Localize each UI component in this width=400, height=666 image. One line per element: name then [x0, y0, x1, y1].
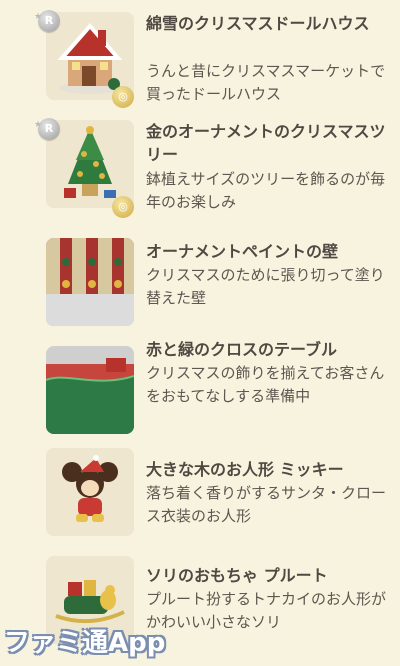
list-item[interactable]: ★ R ◎ 金のオーナメントのクリスマスツリー 鉢植えサイズのツリーを飾るのが毎年… [0, 110, 400, 220]
list-item[interactable]: 赤と緑のクロスのテーブル クリスマスの飾りを揃えてお客さんをおもてなしする準備中 [0, 330, 400, 440]
list-item[interactable]: オーナメントペイントの壁 クリスマスのために張り切って塗り替えた壁 [0, 222, 400, 332]
list-item[interactable]: ★ R ◎ 綿雪のクリスマスドールハウス うんと昔にクリスマスマーケットで買ったド… [0, 0, 400, 110]
item-title: 大きな木のお人形 ミッキー [146, 460, 344, 479]
coin-icon: ◎ [112, 86, 134, 108]
wallpaper-icon [46, 238, 134, 326]
rank-badge: ★ R [34, 118, 60, 140]
rank-badge: ★ R [34, 10, 60, 32]
christmas-tree-icon [46, 120, 134, 208]
item-description: クリスマスのために張り切って塗り替えた壁 [146, 266, 385, 307]
mickey-doll-icon [46, 448, 134, 536]
item-title: オーナメントペイントの壁 [146, 242, 339, 261]
item-title: 金のオーナメントのクリスマスツリー [146, 122, 386, 164]
coin-icon: ◎ [112, 196, 134, 218]
item-description: うんと昔にクリスマスマーケットで買ったドールハウス [146, 62, 386, 103]
table-icon [46, 346, 134, 434]
item-title: 赤と緑のクロスのテーブル [146, 340, 338, 359]
item-description: クリスマスの飾りを揃えてお客さんをおもてなしする準備中 [146, 364, 385, 405]
item-description: 鉢植えサイズのツリーを飾るのが毎年のお楽しみ [146, 170, 386, 211]
watermark-logo: ファミ通App [4, 628, 166, 658]
list-item[interactable]: 大きな木のお人形 ミッキー 落ち着く香りがするサンタ・クロース衣装のお人形 [0, 448, 400, 558]
item-title: ソリのおもちゃ プルート [146, 566, 328, 585]
item-title: 綿雪のクリスマスドールハウス [146, 14, 370, 33]
item-description: プルート扮するトナカイのお人形がかわいい小さなソリ [146, 590, 387, 631]
item-description: 落ち着く香りがするサンタ・クロース衣装のお人形 [146, 484, 387, 525]
